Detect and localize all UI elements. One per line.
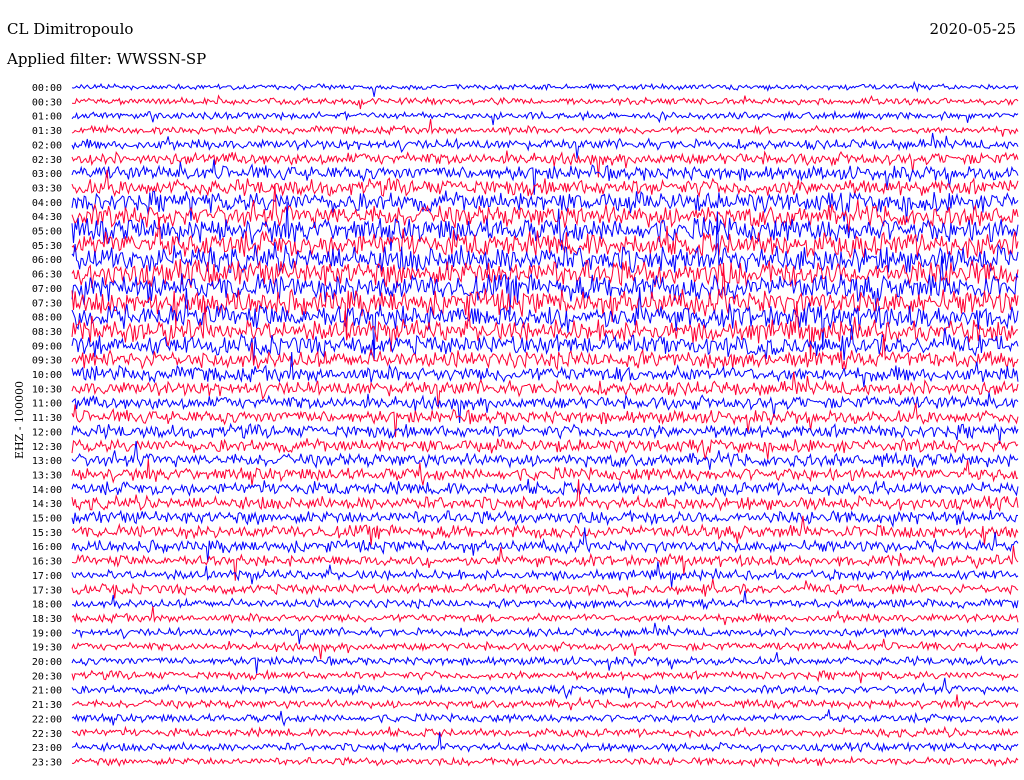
row-time-label: 09:00 [32,341,62,352]
row-time-label: 20:30 [32,671,62,682]
row-time-label: 06:00 [32,255,62,266]
row-time-label: 09:30 [32,356,62,367]
trace-row [71,258,1019,289]
trace-row [71,561,1019,588]
row-time-label: 20:00 [32,657,62,668]
row-time-label: 17:30 [32,585,62,596]
trace-row [71,578,1019,599]
row-time-label: 05:30 [32,241,62,252]
trace-row [71,478,1019,498]
trace-row [71,677,1019,700]
row-time-label: 00:00 [32,83,62,94]
row-time-label: 07:00 [32,284,62,295]
trace-row [71,755,1019,768]
trace-row [71,351,1019,388]
row-time-label: 04:00 [32,198,62,209]
row-time-label: 01:00 [32,112,62,123]
row-time-label: 15:30 [32,528,62,539]
row-time-label: 11:30 [32,413,62,424]
row-time-label: 23:00 [32,743,62,754]
row-time-label: 01:30 [32,126,62,137]
trace-row [71,132,1019,159]
row-time-label: 12:00 [32,427,62,438]
trace-row [71,509,1019,528]
trace-row [71,622,1019,645]
row-time-label: 15:00 [32,514,62,525]
row-time-label: 02:30 [32,155,62,166]
trace-row [71,94,1019,110]
trace-row [71,109,1019,126]
row-time-label: 10:30 [32,384,62,395]
row-time-label: 00:30 [32,97,62,108]
row-time-label: 18:30 [32,614,62,625]
row-time-label: 18:00 [32,600,62,611]
row-time-label: 17:00 [32,571,62,582]
row-time-label: 14:00 [32,485,62,496]
row-time-label: 08:00 [32,313,62,324]
row-time-label: 11:00 [32,399,62,410]
row-time-label: 22:00 [32,714,62,725]
row-time-label: 13:30 [32,470,62,481]
row-time-label: 07:30 [32,298,62,309]
trace-row [71,159,1019,195]
row-time-label: 03:30 [32,183,62,194]
row-time-label: 19:30 [32,643,62,654]
trace-row [71,606,1019,626]
row-time-label: 16:30 [32,557,62,568]
row-time-label: 10:00 [32,370,62,381]
row-time-label: 22:30 [32,729,62,740]
row-time-label: 13:00 [32,456,62,467]
trace-row [71,725,1019,740]
trace-row [71,80,1019,97]
row-time-label: 14:30 [32,499,62,510]
helicorder-plot: 00:00 00:30 01:00 01:30 02:00 02:30 03:00 03:30… [32,80,1019,768]
trace-row [71,515,1019,546]
row-time-label: 21:30 [32,700,62,711]
row-time-label: 19:00 [32,628,62,639]
trace-row [71,709,1019,727]
trace-row [71,437,1019,460]
trace-row [71,590,1019,611]
row-time-label: 03:00 [32,169,62,180]
row-time-label: 02:00 [32,140,62,151]
trace-row [71,422,1019,445]
trace-row [71,668,1019,684]
row-time-label: 21:00 [32,686,62,697]
trace-row [71,694,1019,711]
row-time-label: 16:00 [32,542,62,553]
row-time-label: 04:30 [32,212,62,223]
trace-row [71,652,1019,674]
row-time-label: 12:30 [32,442,62,453]
row-time-label: 06:30 [32,270,62,281]
row-time-label: 05:00 [32,227,62,238]
trace-row [71,119,1019,137]
row-time-label: 23:30 [32,757,62,768]
row-time-label: 08:30 [32,327,62,338]
trace-row [71,638,1019,660]
